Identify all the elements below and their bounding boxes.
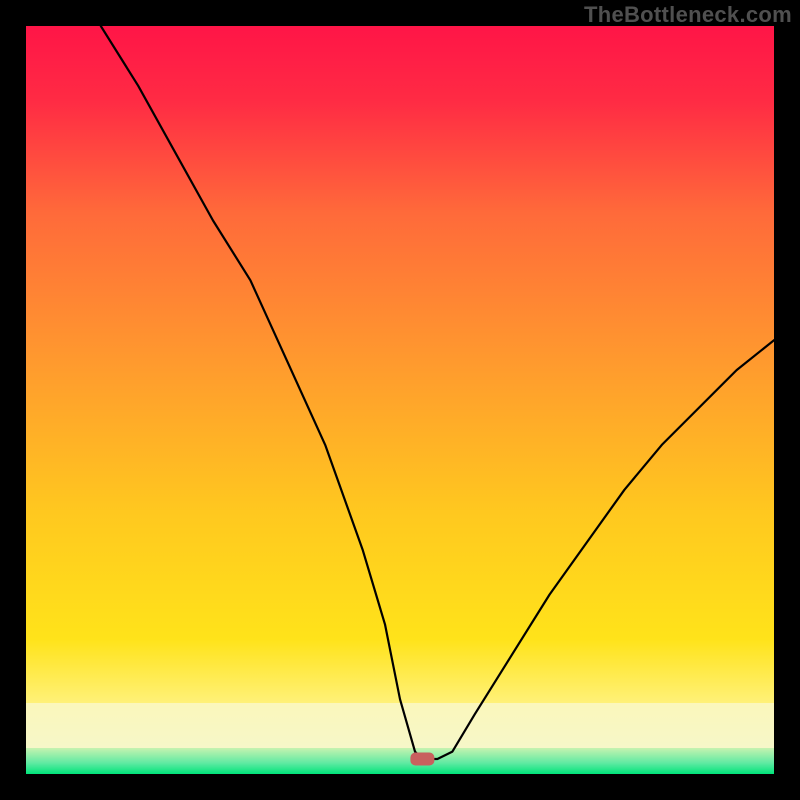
bottleneck-plot [26,26,774,774]
chart-stage: TheBottleneck.com [0,0,800,800]
gradient-background [26,26,774,774]
watermark-text: TheBottleneck.com [584,2,792,28]
minimum-marker [410,753,434,766]
